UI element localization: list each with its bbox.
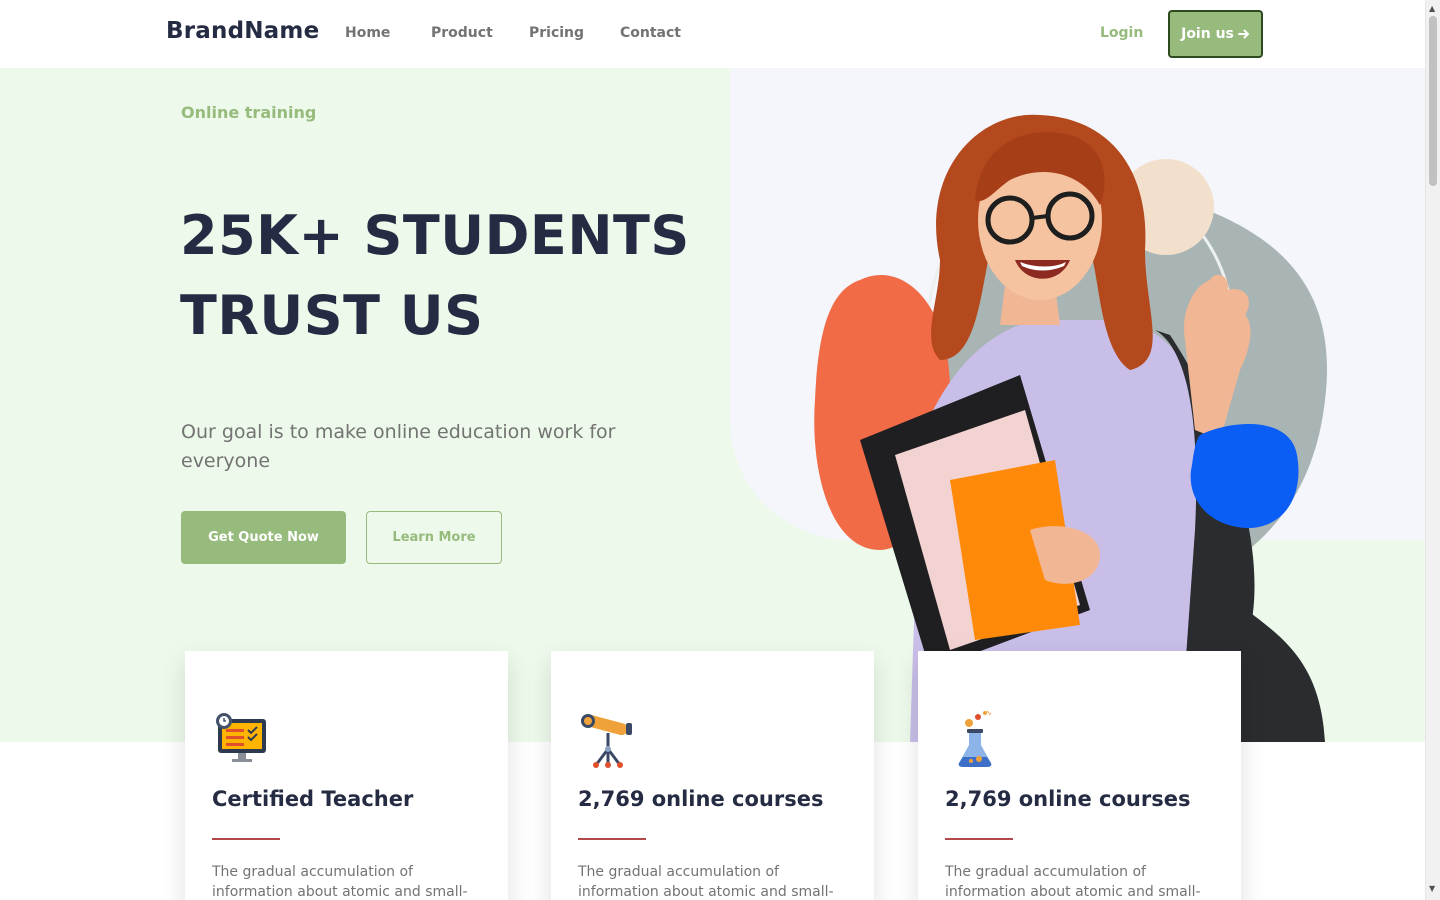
learn-more-button[interactable]: Learn More <box>366 511 502 564</box>
card-divider <box>945 838 1013 840</box>
page-scrollbar[interactable]: ▲ ▼ <box>1425 0 1440 900</box>
arrow-right-icon <box>1237 29 1249 39</box>
get-quote-button[interactable]: Get Quote Now <box>181 511 346 564</box>
nav-link-pricing[interactable]: Pricing <box>529 25 584 41</box>
feature-card: Certified Teacher The gradual accumulati… <box>185 651 508 900</box>
card-text: The gradual accumulation of information … <box>945 864 1201 900</box>
telescope-icon <box>581 714 632 768</box>
computer-checklist-icon <box>216 713 266 762</box>
nav-link-home[interactable]: Home <box>345 25 390 41</box>
feature-card: 2,769 online courses The gradual accumul… <box>918 651 1241 900</box>
card-divider <box>212 838 280 840</box>
card-text: The gradual accumulation of information … <box>212 864 468 900</box>
card-title: Certified Teacher <box>212 787 414 811</box>
feature-card: 2,769 online courses The gradual accumul… <box>551 651 874 900</box>
brand-logo[interactable]: BrandName <box>166 18 319 44</box>
join-us-button[interactable]: Join us <box>1168 10 1263 58</box>
hero-subtitle: Our goal is to make online education wor… <box>181 421 616 472</box>
card-divider <box>578 838 646 840</box>
hero-section: Online training 25K+ STUDENTS TRUST US O… <box>0 68 1425 742</box>
nav-link-contact[interactable]: Contact <box>620 25 681 41</box>
join-us-label: Join us <box>1181 26 1234 42</box>
nav-link-product[interactable]: Product <box>431 25 493 41</box>
top-navbar: BrandName Home Product Pricing Contact L… <box>0 0 1425 68</box>
card-text: The gradual accumulation of information … <box>578 864 834 900</box>
scrollbar-thumb[interactable] <box>1429 16 1437 186</box>
scroll-down-icon[interactable]: ▼ <box>1429 884 1435 893</box>
card-title: 2,769 online courses <box>578 787 824 811</box>
hero-title: 25K+ STUDENTS TRUST US <box>180 204 690 347</box>
card-title: 2,769 online courses <box>945 787 1191 811</box>
scroll-up-icon[interactable]: ▲ <box>1429 4 1435 13</box>
login-link[interactable]: Login <box>1100 25 1143 41</box>
hero-kicker: Online training <box>181 103 317 122</box>
student-illustration <box>814 114 1328 742</box>
flask-icon <box>958 710 992 767</box>
